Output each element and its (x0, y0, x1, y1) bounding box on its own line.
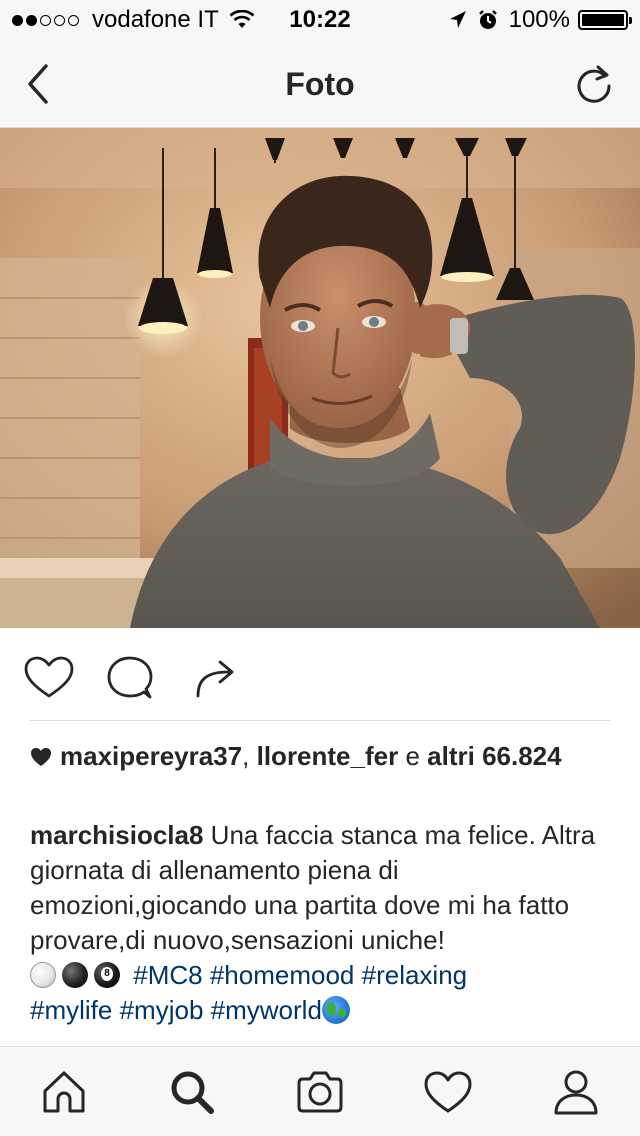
tab-home[interactable] (39, 1067, 89, 1117)
share-icon (196, 660, 234, 698)
navigation-bar: Foto (0, 40, 640, 128)
tab-profile[interactable] (551, 1067, 601, 1117)
wifi-icon (229, 10, 255, 30)
likes-separator: , (242, 741, 250, 771)
hashtag-link[interactable]: #relaxing (362, 960, 468, 990)
battery-icon (578, 10, 632, 30)
refresh-icon (577, 65, 611, 103)
eight-ball-emoji (94, 962, 120, 988)
heart-filled-icon (31, 748, 51, 766)
caption-username[interactable]: marchisiocla8 (30, 820, 203, 850)
refresh-button[interactable] (572, 62, 616, 106)
tab-camera[interactable] (295, 1067, 345, 1117)
tab-search[interactable] (167, 1067, 217, 1117)
camera-icon (297, 1071, 343, 1113)
status-bar: vodafone IT 10:22 100% (0, 0, 640, 40)
others-likes-label[interactable]: altri (427, 741, 475, 771)
battery-percentage: 100% (508, 6, 570, 33)
hashtag-link[interactable]: #myworld (211, 995, 322, 1025)
black-circle-emoji (62, 962, 88, 988)
signal-strength-icon (12, 14, 82, 26)
like-button[interactable] (24, 656, 74, 700)
comment-button[interactable] (106, 656, 156, 700)
others-likes-count[interactable]: 66.824 (482, 741, 562, 771)
tab-activity[interactable] (423, 1067, 473, 1117)
likes-conjunction: e (405, 741, 420, 771)
liker-username[interactable]: llorente_fer (257, 741, 399, 771)
likes-summary: maxipereyra37, llorente_fer e altri 66.8… (30, 740, 610, 773)
hashtag-link[interactable]: #homemood (210, 960, 355, 990)
search-icon (171, 1071, 214, 1114)
home-icon (43, 1071, 85, 1113)
divider (30, 720, 610, 721)
share-button[interactable] (192, 656, 242, 700)
tab-bar (0, 1046, 640, 1136)
carrier-name: vodafone IT (92, 6, 219, 33)
liker-username[interactable]: maxipereyra37 (60, 741, 242, 771)
hashtag-link[interactable]: #mylife (30, 995, 112, 1025)
comment-icon (107, 656, 153, 699)
globe-emoji (321, 996, 350, 1024)
status-left: vodafone IT (12, 6, 255, 34)
page-title: Foto (285, 66, 355, 102)
heart-icon (424, 1071, 472, 1113)
status-right: 100% (449, 6, 632, 34)
location-arrow-icon (449, 11, 466, 28)
hashtag-link[interactable]: #MC8 (133, 960, 202, 990)
post-actions (0, 628, 640, 720)
white-circle-emoji (30, 962, 56, 988)
alarm-clock-icon (478, 10, 497, 29)
post-caption: marchisiocla8 Una faccia stanca ma felic… (30, 818, 620, 1028)
post-photo[interactable] (0, 128, 640, 628)
profile-icon (554, 1070, 598, 1115)
heart-icon (24, 656, 74, 698)
hashtag-link[interactable]: #myjob (120, 995, 204, 1025)
